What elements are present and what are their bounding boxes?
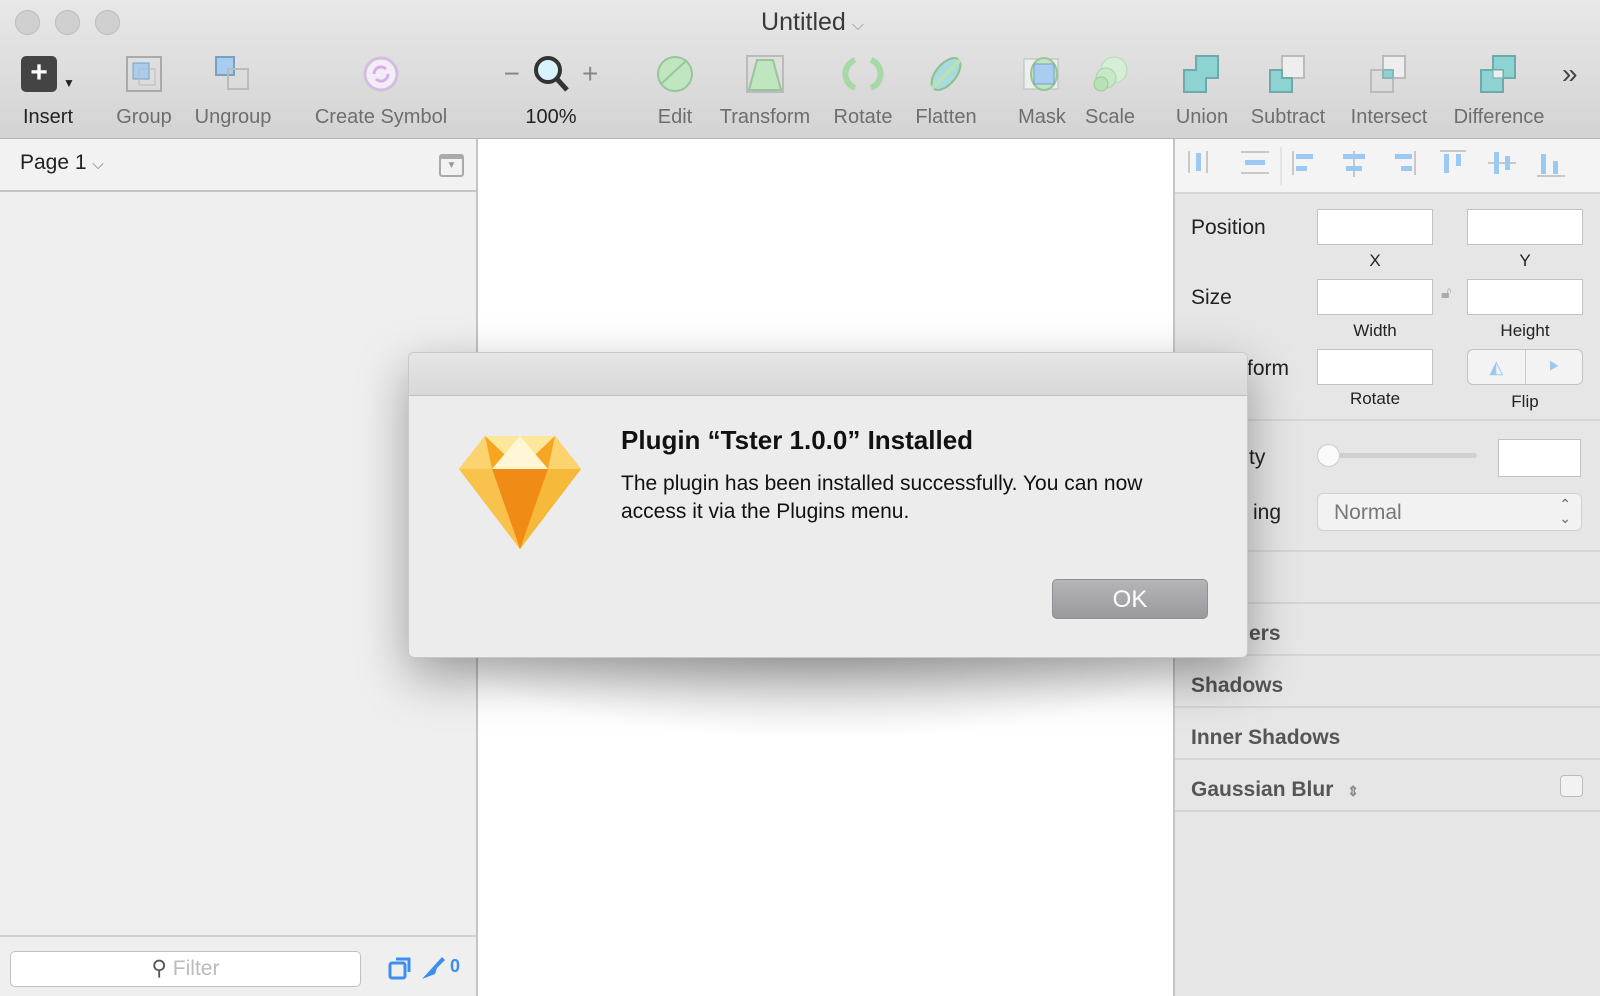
edit-icon: [657, 56, 693, 92]
intersect-button[interactable]: Intersect: [1329, 48, 1449, 129]
lock-icon[interactable]: 🔓︎: [1441, 285, 1451, 303]
gaussian-blur-checkbox[interactable]: [1560, 775, 1583, 797]
width-label: Width: [1353, 321, 1397, 340]
ungroup-icon: [215, 56, 249, 90]
scale-icon: [1093, 56, 1128, 92]
difference-icon: [1480, 55, 1516, 93]
window-toolbar: Untitled ⌵ + ▼ Insert Group Ungroup Create …: [0, 0, 1600, 139]
rotate-label: Rotate: [1349, 389, 1401, 408]
rotate-input[interactable]: [1317, 349, 1433, 385]
opacity-label: ty: [1249, 446, 1266, 469]
sidebar-footer: ⚲ Filter 0: [0, 935, 476, 996]
create-symbol-label: Create Symbol: [314, 106, 448, 128]
height-label: Height: [1500, 321, 1550, 340]
transform-label: form: [1247, 357, 1289, 380]
distribute-horizontal-icon: [1188, 151, 1208, 173]
x-input[interactable]: [1317, 209, 1433, 245]
zoom-level: 100%: [525, 106, 577, 128]
distribute-vertical-icon: [1241, 151, 1269, 174]
width-input[interactable]: [1317, 279, 1433, 315]
window-title[interactable]: Untitled ⌵: [0, 8, 1600, 37]
flip-label: Flip: [1511, 392, 1539, 411]
collapse-pages-icon[interactable]: ▼: [439, 154, 464, 177]
height-input[interactable]: [1467, 279, 1583, 315]
toolbar-overflow-icon[interactable]: »: [1562, 58, 1578, 90]
ok-button[interactable]: OK: [1052, 579, 1208, 619]
flip-vertical-button[interactable]: ⯈: [1526, 350, 1583, 384]
chevron-down-icon: ⌵: [851, 17, 864, 34]
ungroup-label: Ungroup: [194, 106, 272, 128]
dialog-title: Plugin “Tster 1.0.0” Installed: [621, 425, 974, 455]
align-center-horizontal-icon: [1343, 151, 1365, 177]
union-icon: [1183, 55, 1219, 93]
stepper-icon[interactable]: ⇕: [1347, 783, 1359, 799]
plus-icon: +: [21, 56, 58, 92]
alignment-toolbar: [1175, 139, 1600, 194]
flip-control: ◭ ⯈: [1467, 349, 1583, 385]
subtract-icon: [1269, 55, 1305, 93]
dialog-title-bar: [409, 353, 1247, 396]
opacity-input[interactable]: [1498, 439, 1581, 477]
magnifier-icon[interactable]: [532, 54, 570, 94]
group-icon: [126, 56, 162, 92]
slice-count: 0: [450, 956, 461, 976]
symbol-icon: [363, 56, 399, 92]
slice-icon[interactable]: [420, 953, 446, 981]
filter-input[interactable]: ⚲ Filter: [10, 951, 361, 987]
borders-label: ers: [1249, 622, 1281, 645]
create-symbol-button[interactable]: Create Symbol: [296, 48, 466, 129]
stepper-icon: ⌃ ⌄: [1559, 496, 1571, 526]
align-middle-vertical-icon: [1488, 152, 1516, 174]
alignment-icons: [1188, 147, 1565, 185]
align-left-icon: [1292, 151, 1313, 175]
rotate-icon: [842, 57, 884, 91]
sketch-logo-icon: [459, 436, 581, 549]
x-label: X: [1369, 251, 1381, 270]
y-label: Y: [1519, 251, 1531, 270]
zoom-control: − +100%: [486, 48, 616, 129]
flip-horizontal-button[interactable]: ◭: [1468, 350, 1526, 384]
page-name: Page 1: [20, 151, 87, 174]
intersect-icon: [1370, 55, 1406, 93]
difference-button[interactable]: Difference: [1439, 48, 1559, 129]
blend-mode-select[interactable]: Normal ⌃ ⌄: [1317, 493, 1582, 531]
symbols-filter-icon[interactable]: [388, 955, 414, 981]
opacity-slider[interactable]: [1317, 453, 1477, 458]
align-right-icon: [1395, 151, 1416, 175]
zoom-in-button[interactable]: +: [582, 58, 598, 90]
chevron-down-icon: ⌵: [92, 156, 104, 173]
dialog-message: The plugin has been installed successful…: [621, 472, 1143, 523]
blending-label: ing: [1253, 501, 1282, 524]
zoom-out-button[interactable]: −: [504, 58, 520, 90]
plugin-installed-dialog: Plugin “Tster 1.0.0” Installed The plugi…: [408, 352, 1248, 658]
difference-label: Difference: [1453, 106, 1545, 128]
position-label: Position: [1191, 216, 1266, 239]
gaussian-blur-label: Gaussian Blur: [1191, 778, 1334, 801]
search-icon: ⚲: [151, 957, 167, 980]
y-input[interactable]: [1467, 209, 1583, 245]
transform-icon: [746, 55, 784, 93]
opacity-slider-thumb[interactable]: [1317, 444, 1340, 467]
filter-placeholder: Filter: [172, 957, 220, 980]
align-bottom-icon: [1537, 154, 1565, 177]
flatten-icon: [930, 57, 962, 91]
ungroup-button[interactable]: Ungroup: [173, 48, 293, 129]
size-label: Size: [1191, 286, 1232, 309]
intersect-label: Intersect: [1350, 106, 1428, 128]
dropdown-arrow-icon: ▼: [63, 76, 75, 90]
title-text: Untitled: [761, 8, 846, 36]
align-top-icon: [1440, 150, 1466, 173]
blend-mode-value: Normal: [1334, 501, 1402, 524]
gaussian-blur-section[interactable]: Gaussian Blur ⇕: [1175, 758, 1600, 812]
page-selector-header: Page 1 ⌵ ▼: [0, 139, 476, 192]
layers-sidebar: Page 1 ⌵ ▼ ⚲ Filter 0: [0, 139, 478, 996]
page-selector[interactable]: Page 1 ⌵: [20, 151, 104, 175]
